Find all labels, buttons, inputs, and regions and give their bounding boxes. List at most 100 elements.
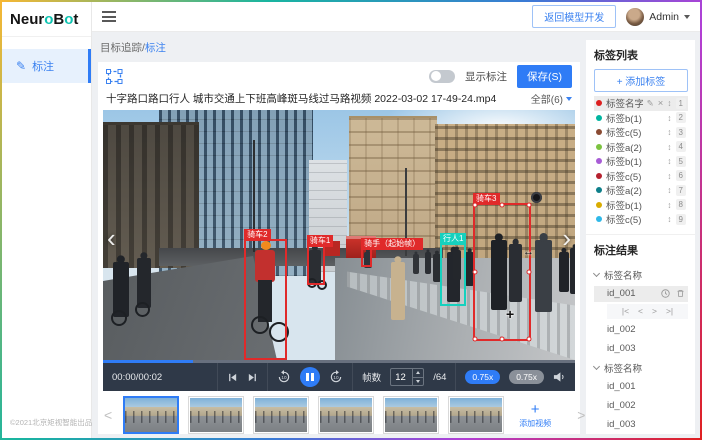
step-down-icon[interactable] (413, 378, 423, 386)
filter-dropdown[interactable]: 全部(6) (531, 91, 572, 106)
video-title: 十字路口路口行人 城市交通上下班高峰斑马线过马路视频 2022-03-02 17… (106, 91, 496, 106)
breadcrumb: 目标追踪/标注 (98, 38, 580, 62)
user-menu[interactable]: Admin (626, 8, 690, 26)
history-icon[interactable] (661, 289, 670, 298)
annotation-box[interactable]: 骑手（起始帧） (361, 248, 372, 267)
chevron-down-icon (593, 363, 600, 370)
resize-handle[interactable] (527, 203, 532, 208)
frame-number-field[interactable] (391, 372, 412, 383)
person-figure (535, 240, 552, 312)
menu-toggle-icon[interactable] (102, 11, 116, 22)
add-video-button[interactable]: + 添加视频 (513, 396, 557, 434)
speed-pill-idle[interactable]: 0.75x (509, 370, 544, 384)
filter-value: 全部(6) (531, 91, 563, 106)
next-frame-icon[interactable]: > (652, 306, 657, 316)
label-color-dot (596, 100, 602, 106)
resize-handle[interactable] (473, 336, 478, 341)
trash-icon[interactable] (676, 289, 685, 298)
result-item[interactable]: id_001 (594, 286, 688, 302)
bike-wheel (111, 310, 127, 326)
save-button[interactable]: 保存(S) (517, 65, 572, 88)
edit-icon[interactable]: ✎ (647, 99, 654, 108)
rect-select-tool-icon[interactable] (106, 69, 123, 84)
sort-icon[interactable]: ↕ (667, 114, 671, 123)
result-item[interactable]: id_002 (594, 322, 688, 338)
video-thumbnail[interactable] (318, 396, 374, 434)
resize-handle[interactable] (473, 203, 478, 208)
annotation-box[interactable]: 骑车2 (244, 239, 287, 360)
sort-icon[interactable]: ↕ (667, 201, 671, 210)
annotation-box[interactable]: 行人1 (440, 243, 466, 306)
show-annotation-label: 显示标注 (465, 69, 507, 84)
label-row[interactable]: 标签a(2) ↕ 4 (594, 140, 688, 155)
label-row[interactable]: 标签a(2)↕7 (594, 183, 688, 198)
label-name: 标签a(2) (606, 140, 663, 154)
resize-handle[interactable] (527, 336, 532, 341)
delete-icon[interactable]: × (658, 99, 664, 109)
back-to-model-dev-button[interactable]: 返回模型开发 (532, 5, 616, 28)
sort-icon[interactable]: ↕ (667, 99, 671, 108)
sort-icon[interactable]: ↕ (667, 172, 671, 181)
resize-handle[interactable] (473, 269, 478, 274)
next-frame-icon[interactable] (247, 372, 258, 383)
result-group-header[interactable]: 标签名称 (594, 267, 688, 283)
annotation-box-label: 骑车2 (244, 229, 270, 241)
resize-handle[interactable] (500, 336, 505, 341)
label-list-title: 标签列表 (594, 47, 688, 63)
app-logo: NeuroBot (2, 2, 91, 37)
result-item[interactable]: id_001 (594, 379, 688, 395)
video-thumbnail[interactable] (383, 396, 439, 434)
label-row[interactable]: 标签c(5)↕6 (594, 169, 688, 184)
sort-icon[interactable]: ↕ (667, 186, 671, 195)
annotation-box[interactable]: 骑车1 (307, 245, 325, 285)
label-order: 4 (676, 141, 686, 152)
main-column: 返回模型开发 Admin 目标追踪/标注 (92, 2, 700, 438)
sort-icon[interactable]: ↕ (667, 215, 671, 224)
frame-number-input[interactable] (390, 368, 424, 386)
sort-icon[interactable]: ↕ (667, 128, 671, 137)
label-row[interactable]: 标签b(1)↕2 (594, 111, 688, 126)
screenshot-frame: NeuroBot ✎ 标注 ©2021北京矩视智能出品 返回模型开发 Admin (0, 0, 702, 440)
add-label-button[interactable]: + 添加标签 (594, 69, 688, 92)
forward-10-icon[interactable]: 10 (329, 370, 343, 384)
result-item[interactable]: id_003 (594, 417, 688, 433)
label-row[interactable]: 标签c(5)↕3 (594, 125, 688, 140)
result-item[interactable]: id_002 (594, 398, 688, 414)
prev-frame-icon[interactable] (227, 372, 238, 383)
pause-button[interactable] (300, 367, 320, 387)
label-row[interactable]: 标签c(5)↕9 (594, 212, 688, 227)
first-frame-icon[interactable]: |< (622, 306, 629, 316)
prev-frame-icon[interactable]: < (638, 306, 643, 316)
strip-prev-icon[interactable]: < (102, 407, 114, 423)
sidebar-item-annotate[interactable]: ✎ 标注 (2, 49, 91, 83)
label-color-dot (596, 187, 602, 193)
sort-icon[interactable]: ↕ (667, 143, 671, 152)
last-frame-icon[interactable]: >| (666, 306, 673, 316)
resize-handle[interactable] (500, 203, 505, 208)
person-figure (391, 262, 405, 320)
video-thumbnail[interactable] (123, 396, 179, 434)
result-group-header[interactable]: 标签名称 (594, 360, 688, 376)
resize-handle[interactable] (527, 269, 532, 274)
video-thumbnail[interactable] (188, 396, 244, 434)
step-up-icon[interactable] (413, 369, 423, 378)
result-item[interactable]: id_003 (594, 341, 688, 357)
sort-icon[interactable]: ↕ (667, 157, 671, 166)
frames-total: /64 (433, 372, 446, 383)
breadcrumb-parent[interactable]: 目标追踪 (100, 42, 142, 54)
video-thumbnail[interactable] (253, 396, 309, 434)
show-annotation-toggle[interactable] (429, 70, 455, 83)
next-video-arrow[interactable]: › (562, 225, 571, 251)
label-row[interactable]: 标签名字最长数...✎×↕1 (594, 96, 688, 111)
label-name: 标签名字最长数... (606, 96, 643, 110)
annotation-box-selected[interactable]: 骑车3 (473, 203, 531, 341)
volume-icon[interactable] (553, 371, 566, 383)
label-row[interactable]: 标签b(1)↕8 (594, 198, 688, 213)
add-video-label: 添加视频 (519, 418, 551, 429)
rewind-10-icon[interactable]: 10 (277, 370, 291, 384)
time-display: 00:00/00:02 (112, 372, 162, 383)
prev-video-arrow[interactable]: ‹ (107, 225, 116, 251)
label-row[interactable]: 标签b(1)↕5 (594, 154, 688, 169)
speed-pill-active[interactable]: 0.75x (465, 370, 500, 384)
video-thumbnail[interactable] (448, 396, 504, 434)
